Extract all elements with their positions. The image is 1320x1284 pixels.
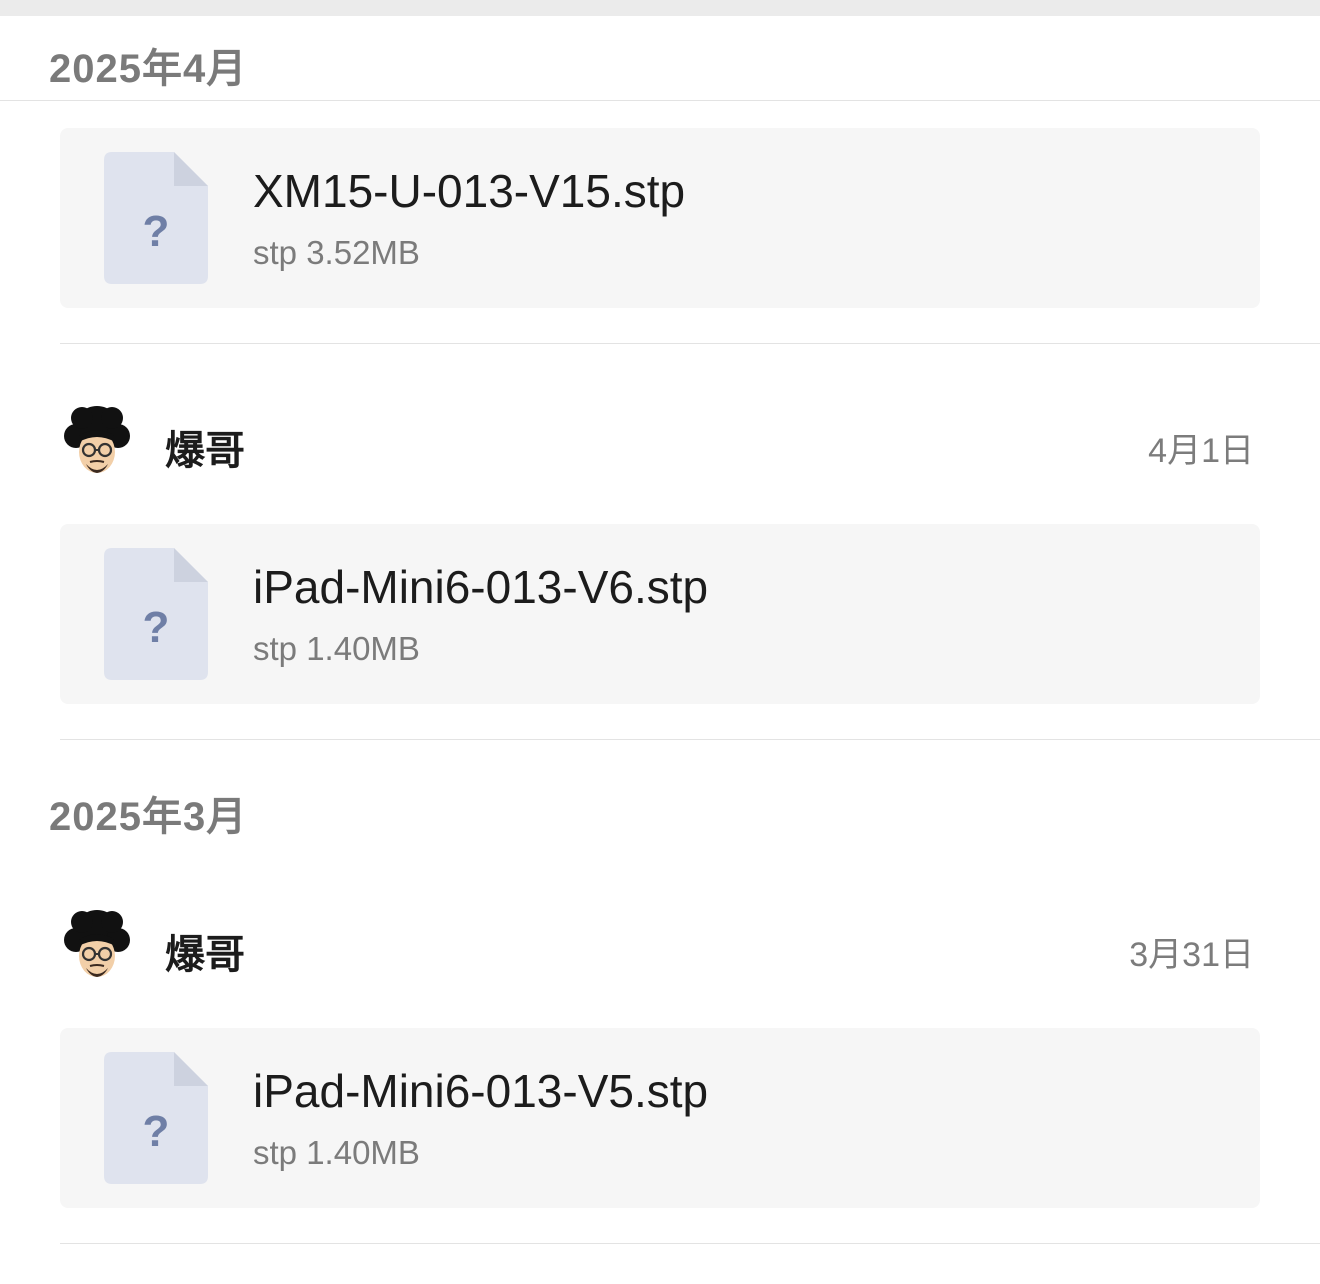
unknown-file-icon: ? xyxy=(104,548,208,680)
afro-avatar-icon[interactable] xyxy=(64,406,130,478)
unknown-file-icon: ? xyxy=(104,1052,208,1184)
month-header: 2025年4月 xyxy=(49,47,248,91)
month-header: 2025年3月 xyxy=(49,795,248,839)
divider xyxy=(0,100,1320,101)
sender-name[interactable]: 爆哥 xyxy=(165,922,245,980)
divider xyxy=(60,1243,1320,1244)
divider xyxy=(60,343,1320,344)
file-meta: stp 3.52MB xyxy=(253,234,420,271)
afro-avatar-icon[interactable] xyxy=(64,910,130,982)
sender-name[interactable]: 爆哥 xyxy=(165,418,245,476)
file-card[interactable]: ? XM15-U-013-V15.stp stp 3.52MB xyxy=(60,128,1260,308)
message-date: 3月31日 xyxy=(1129,936,1254,974)
top-bar xyxy=(0,0,1320,16)
file-meta: stp 1.40MB xyxy=(253,1134,420,1171)
file-name: XM15-U-013-V15.stp xyxy=(253,165,686,217)
question-mark-glyph: ? xyxy=(143,207,170,256)
file-name: iPad-Mini6-013-V5.stp xyxy=(253,1065,709,1117)
file-meta: stp 1.40MB xyxy=(253,630,420,667)
file-name: iPad-Mini6-013-V6.stp xyxy=(253,561,709,613)
question-mark-glyph: ? xyxy=(143,603,170,652)
question-mark-glyph: ? xyxy=(143,1107,170,1156)
divider xyxy=(60,739,1320,740)
file-card[interactable]: ? iPad-Mini6-013-V5.stp stp 1.40MB xyxy=(60,1028,1260,1208)
message-date: 4月1日 xyxy=(1148,432,1254,470)
unknown-file-icon: ? xyxy=(104,152,208,284)
file-card[interactable]: ? iPad-Mini6-013-V6.stp stp 1.40MB xyxy=(60,524,1260,704)
